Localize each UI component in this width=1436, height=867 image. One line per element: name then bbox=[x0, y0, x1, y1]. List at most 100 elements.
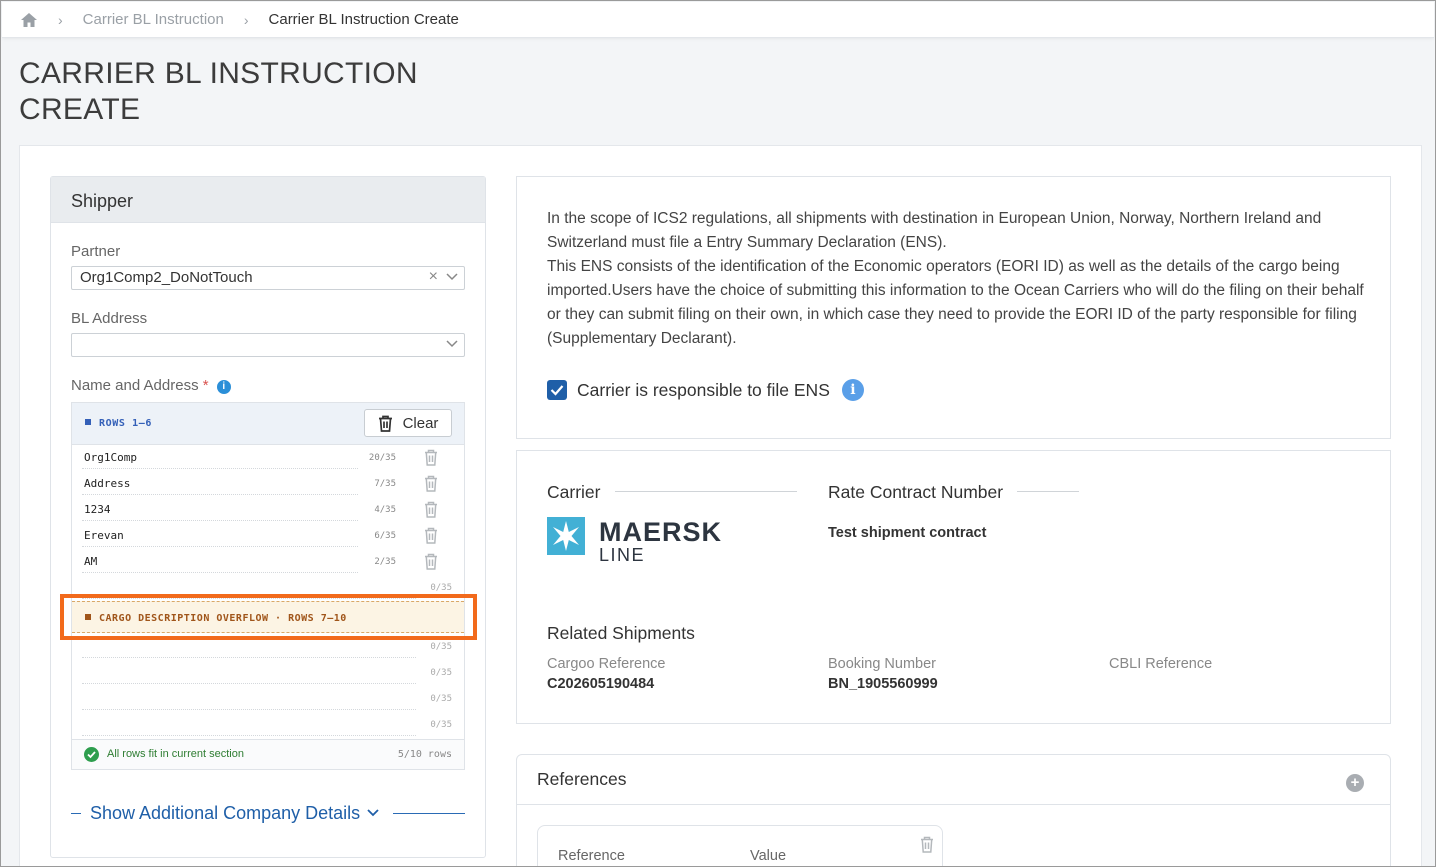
check-circle-icon bbox=[84, 747, 99, 762]
row-value[interactable]: AM bbox=[84, 555, 97, 568]
name-address-editor: ROWS 1–6 Clear Org1Comp 20/35 Address 7/35… bbox=[71, 402, 465, 770]
divider bbox=[1017, 491, 1079, 492]
row-count: 2/35 bbox=[374, 557, 396, 567]
divider bbox=[71, 813, 81, 814]
references-header: References + bbox=[517, 755, 1390, 805]
row-underline bbox=[82, 735, 416, 736]
row-count: 7/35 bbox=[374, 479, 396, 489]
row-underline bbox=[82, 683, 416, 684]
rows-tag: ROWS 1–6 bbox=[85, 418, 152, 429]
address-row[interactable]: AM 2/35 bbox=[72, 549, 464, 575]
name-address-label-text: Name and Address bbox=[71, 377, 199, 394]
address-row[interactable]: Org1Comp 20/35 bbox=[72, 445, 464, 471]
bl-address-select[interactable] bbox=[71, 333, 465, 357]
trash-icon[interactable] bbox=[424, 449, 438, 466]
references-panel: References + Reference Value bbox=[516, 754, 1391, 866]
trash-icon[interactable] bbox=[424, 475, 438, 492]
cargoo-reference-value: C202605190484 bbox=[547, 676, 655, 692]
status-text: All rows fit in current section bbox=[107, 748, 244, 760]
row-count: 0/35 bbox=[430, 720, 452, 730]
overflow-highlight-box bbox=[60, 594, 477, 640]
booking-number-label: Booking Number bbox=[828, 656, 936, 672]
reference-column-label: Reference bbox=[558, 848, 625, 864]
row-underline bbox=[82, 709, 416, 710]
ens-panel: In the scope of ICS2 regulations, all sh… bbox=[516, 176, 1391, 439]
page-title: CARRIER BL INSTRUCTION CREATE bbox=[19, 57, 418, 126]
row-underline bbox=[82, 572, 358, 573]
required-mark: * bbox=[202, 377, 209, 394]
row-count: 6/35 bbox=[374, 531, 396, 541]
address-row[interactable]: Address 7/35 bbox=[72, 471, 464, 497]
booking-number-value: BN_1905560999 bbox=[828, 676, 938, 692]
breadcrumb: › Carrier BL Instruction › Carrier BL In… bbox=[2, 2, 1434, 38]
add-reference-button[interactable]: + bbox=[1346, 774, 1364, 792]
logo-word-maersk: MAERSK bbox=[599, 517, 723, 547]
row-count: 20/35 bbox=[368, 453, 396, 463]
show-additional-details-toggle[interactable]: Show Additional Company Details bbox=[71, 803, 465, 825]
info-icon[interactable]: i bbox=[216, 380, 231, 394]
partner-value: Org1Comp2_DoNotTouch bbox=[80, 269, 253, 286]
trash-icon[interactable] bbox=[424, 527, 438, 544]
row-count: 4/35 bbox=[374, 505, 396, 515]
rows-section-header: ROWS 1–6 Clear bbox=[72, 403, 464, 445]
trash-icon[interactable] bbox=[424, 553, 438, 570]
app-window: › Carrier BL Instruction › Carrier BL In… bbox=[0, 0, 1436, 867]
row-underline bbox=[82, 494, 358, 495]
ens-description: In the scope of ICS2 regulations, all sh… bbox=[547, 210, 1364, 347]
related-shipments-heading: Related Shipments bbox=[547, 623, 695, 643]
home-icon[interactable] bbox=[20, 12, 38, 28]
ens-checkbox-row[interactable]: Carrier is responsible to file ENS i bbox=[547, 379, 864, 401]
row-underline bbox=[82, 468, 358, 469]
references-title: References bbox=[537, 769, 627, 789]
shipper-title: Shipper bbox=[51, 177, 485, 223]
row-underline bbox=[82, 546, 358, 547]
square-icon bbox=[85, 419, 91, 425]
rate-contract-heading: Rate Contract Number bbox=[828, 482, 1004, 502]
info-icon[interactable]: i bbox=[841, 379, 864, 401]
row-count: 0/35 bbox=[430, 694, 452, 704]
chevron-right-icon: › bbox=[58, 11, 63, 28]
cbli-reference-label: CBLI Reference bbox=[1109, 656, 1213, 672]
rows-used: 5/10 rows bbox=[397, 749, 452, 760]
chevron-down-icon[interactable] bbox=[446, 340, 458, 348]
rate-contract-value: Test shipment contract bbox=[828, 525, 987, 541]
cargoo-reference-label: Cargoo Reference bbox=[547, 656, 666, 672]
divider bbox=[393, 813, 465, 814]
check-icon bbox=[550, 385, 564, 396]
trash-icon bbox=[378, 415, 392, 432]
trash-icon[interactable] bbox=[424, 501, 438, 518]
row-count: 0/35 bbox=[430, 642, 452, 652]
ens-checkbox-label[interactable]: Carrier is responsible to file ENS bbox=[577, 380, 830, 401]
row-value[interactable]: 1234 bbox=[84, 503, 111, 516]
row-value[interactable]: Org1Comp bbox=[84, 451, 137, 464]
row-count: 0/35 bbox=[430, 583, 452, 593]
reference-card: Reference Value bbox=[537, 825, 943, 866]
carrier-logo: MAERSK LINE bbox=[547, 517, 737, 565]
row-value[interactable]: Erevan bbox=[84, 529, 124, 542]
partner-select[interactable]: Org1Comp2_DoNotTouch × bbox=[71, 266, 465, 290]
value-column-label: Value bbox=[750, 848, 787, 864]
breadcrumb-item-carrier-bl[interactable]: Carrier BL Instruction bbox=[83, 11, 224, 28]
bl-address-label: BL Address bbox=[71, 310, 148, 327]
trash-icon[interactable] bbox=[920, 836, 934, 853]
clear-icon[interactable]: × bbox=[429, 268, 438, 286]
overflow-row[interactable]: 0/35 bbox=[72, 660, 464, 686]
partner-label: Partner bbox=[71, 243, 121, 260]
ens-checkbox[interactable] bbox=[547, 380, 567, 400]
row-count: 0/35 bbox=[430, 668, 452, 678]
address-row[interactable]: Erevan 6/35 bbox=[72, 523, 464, 549]
show-more-label[interactable]: Show Additional Company Details bbox=[90, 803, 360, 824]
overflow-row[interactable]: 0/35 bbox=[72, 686, 464, 712]
overflow-row[interactable]: 0/35 bbox=[72, 712, 464, 738]
name-address-label: Name and Address * i bbox=[71, 377, 231, 394]
maersk-star-icon bbox=[547, 517, 585, 555]
shipper-panel: Shipper Partner Org1Comp2_DoNotTouch × B… bbox=[50, 176, 486, 858]
breadcrumb-item-current: Carrier BL Instruction Create bbox=[268, 11, 459, 28]
divider bbox=[615, 491, 797, 492]
chevron-down-icon[interactable] bbox=[367, 809, 379, 817]
clear-button[interactable]: Clear bbox=[364, 409, 452, 437]
address-row[interactable]: 1234 4/35 bbox=[72, 497, 464, 523]
chevron-down-icon[interactable] bbox=[446, 273, 458, 281]
row-value[interactable]: Address bbox=[84, 477, 130, 490]
carrier-panel: Carrier MAERSK LINE Rate Contract Number… bbox=[516, 450, 1391, 724]
